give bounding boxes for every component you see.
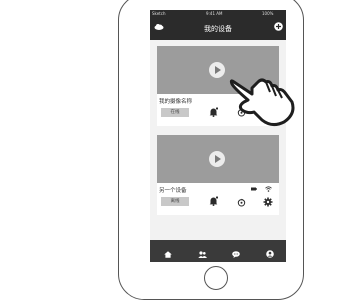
home-icon: [164, 251, 172, 258]
tab-devices[interactable]: 设备: [158, 243, 178, 262]
tap-gesture-hand-icon: [229, 78, 295, 127]
status-battery: 100%: [262, 11, 274, 16]
status-carrier: Sketch: [152, 11, 166, 16]
user-icon: [266, 250, 274, 258]
settings-icon[interactable]: [263, 197, 273, 207]
status-badge: 在线: [161, 108, 189, 117]
bell-icon[interactable]: [209, 196, 218, 206]
battery-icon: [251, 187, 257, 191]
page-title: 我的设备: [204, 25, 232, 33]
play-icon[interactable]: [209, 151, 225, 167]
home-button[interactable]: [204, 266, 228, 290]
status-time: 9:41 AM: [206, 11, 223, 16]
chat-icon: [232, 251, 240, 258]
tab-bar: 设备 发现 消息: [150, 240, 286, 262]
tab-me[interactable]: 我的: [260, 243, 280, 262]
device-name: 我的摄像名称: [159, 99, 193, 105]
app-header: Sketch 9:41 AM 100% 我的设备: [150, 10, 286, 40]
device-name: 另一个设备: [159, 188, 187, 194]
tab-discover[interactable]: 发现: [192, 243, 212, 262]
video-thumbnail[interactable]: [157, 135, 279, 183]
wifi-icon: [265, 186, 272, 192]
people-icon: [197, 251, 207, 258]
bell-icon[interactable]: [209, 107, 218, 117]
status-badge: 离线: [161, 197, 189, 206]
replay-icon[interactable]: [237, 198, 246, 207]
tab-messages[interactable]: 消息: [226, 243, 246, 262]
device-card[interactable]: 另一个设备 离线: [157, 135, 279, 215]
app-screen: Sketch 9:41 AM 100% 我的设备 我的摄像名称 在线 另一个设备…: [150, 10, 286, 262]
add-icon[interactable]: [274, 22, 283, 31]
